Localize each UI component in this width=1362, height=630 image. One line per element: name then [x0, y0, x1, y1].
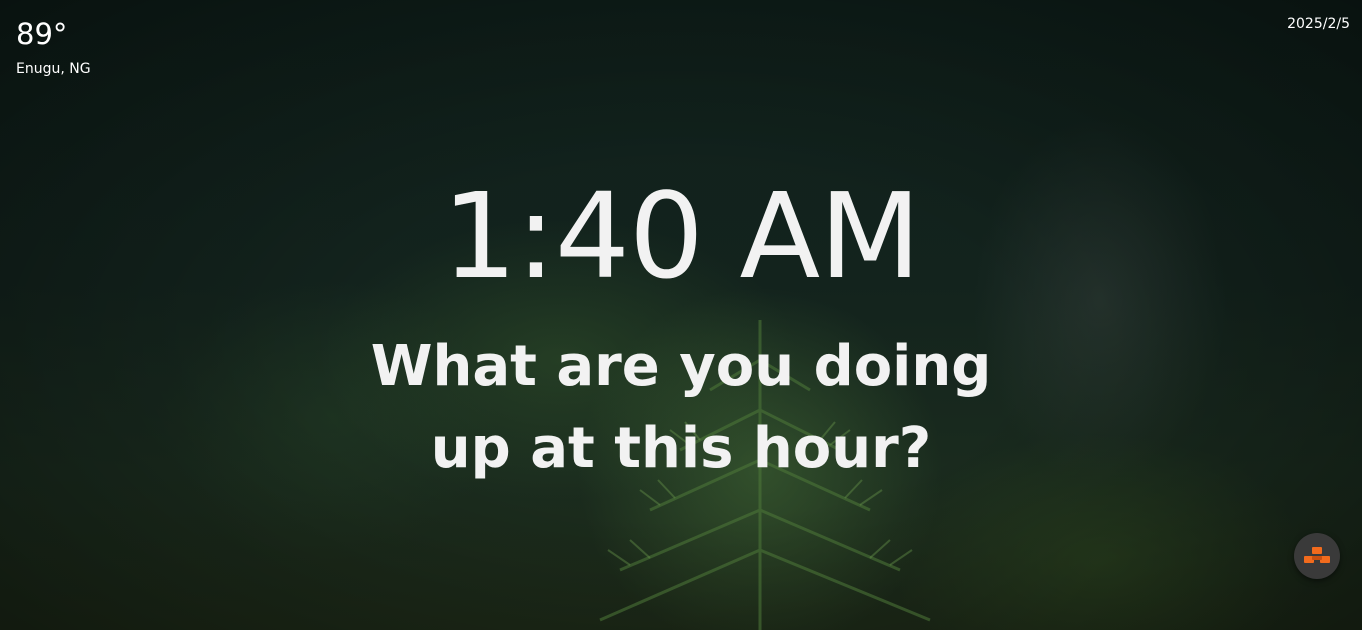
extension-menu-button[interactable] — [1294, 533, 1340, 579]
temperature: 89° — [16, 17, 68, 51]
location: Enugu, NG — [16, 61, 91, 77]
new-tab-page: 89° Enugu, NG 2025/2/5 1:40 AM What are … — [0, 0, 1362, 630]
clock-time: 1:40 AM — [441, 167, 921, 305]
greeting-message: What are you doing up at this hour? — [370, 334, 992, 481]
stacked-blocks-icon — [1304, 547, 1330, 563]
date: 2025/2/5 — [1287, 16, 1350, 32]
clock-section: 1:40 AM What are you doing up at this ho… — [0, 168, 1362, 490]
weather-widget[interactable]: 89° Enugu, NG — [16, 16, 91, 78]
